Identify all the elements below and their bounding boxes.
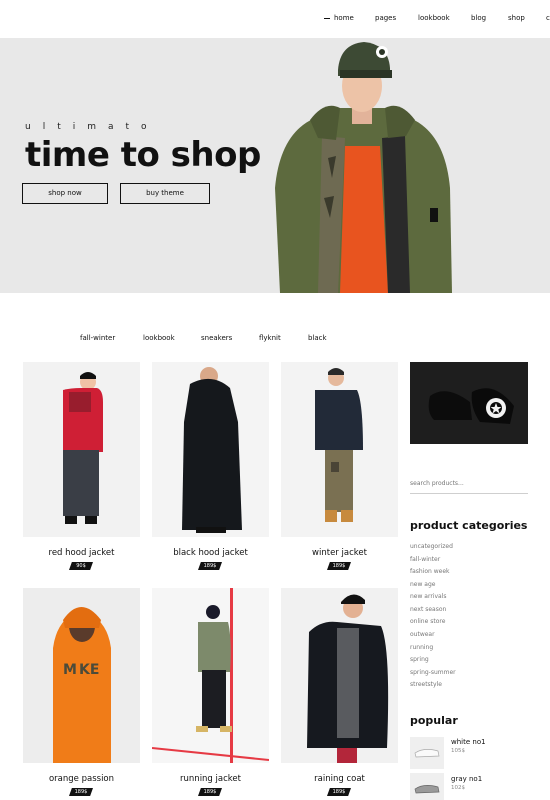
product-name[interactable]: black hood jacket <box>152 548 269 558</box>
nav-home[interactable]: home <box>324 14 354 22</box>
hero-model-image <box>275 42 452 293</box>
popular-product-thumb[interactable] <box>410 737 444 769</box>
filter-fall-winter[interactable]: fall-winter <box>80 334 115 342</box>
category-link[interactable]: spring-summer <box>410 669 456 676</box>
filter-flyknit[interactable]: flyknit <box>259 334 281 342</box>
price-badge: 189$ <box>69 788 93 796</box>
popular-product-thumb[interactable] <box>410 773 444 800</box>
category-link[interactable]: fashion week <box>410 568 450 575</box>
buy-theme-button[interactable]: buy theme <box>120 183 210 204</box>
category-link[interactable]: running <box>410 644 433 651</box>
price-badge: 90$ <box>69 562 93 570</box>
price-badge: 189$ <box>327 562 351 570</box>
svg-text:M: M <box>63 662 77 678</box>
category-link[interactable]: streetstyle <box>410 681 442 688</box>
popular-product-name[interactable]: white no1 <box>451 738 486 746</box>
product-image[interactable] <box>23 362 140 537</box>
filter-sneakers[interactable]: sneakers <box>201 334 232 342</box>
categories-heading: product categories <box>410 519 528 532</box>
svg-text:KE: KE <box>79 662 99 678</box>
product-image[interactable] <box>281 362 398 537</box>
price-badge: 189$ <box>327 788 351 796</box>
filter-lookbook[interactable]: lookbook <box>143 334 175 342</box>
hero-eyebrow: ultimato <box>25 122 159 132</box>
category-link[interactable]: fall-winter <box>410 556 440 563</box>
nav-blog[interactable]: blog <box>471 14 486 22</box>
popular-product-name[interactable]: gray no1 <box>451 775 482 783</box>
hero-banner: ultimato time to shop shop now buy theme <box>0 38 550 293</box>
product-name[interactable]: running jacket <box>152 774 269 784</box>
nav-pages[interactable]: pages <box>375 14 396 22</box>
search-products-field[interactable] <box>410 476 528 494</box>
product-image[interactable]: M KE <box>23 588 140 763</box>
product-name[interactable]: winter jacket <box>281 548 398 558</box>
filter-black[interactable]: black <box>308 334 327 342</box>
price-badge: 189$ <box>198 788 222 796</box>
product-image[interactable] <box>281 588 398 763</box>
category-link[interactable]: outwear <box>410 631 435 638</box>
category-link[interactable]: new arrivals <box>410 593 447 600</box>
popular-product-price: 102$ <box>451 785 465 791</box>
category-link[interactable]: uncategorized <box>410 543 453 550</box>
category-link[interactable]: next season <box>410 606 446 613</box>
price-badge: 189$ <box>198 562 222 570</box>
hero-title: time to shop <box>25 135 261 175</box>
product-name[interactable]: red hood jacket <box>23 548 140 558</box>
product-image[interactable] <box>152 362 269 537</box>
popular-product-price: 105$ <box>451 748 465 754</box>
category-link[interactable]: spring <box>410 656 429 663</box>
category-link[interactable]: new age <box>410 581 436 588</box>
product-name[interactable]: orange passion <box>23 774 140 784</box>
nav-truncated[interactable]: c <box>546 14 550 22</box>
product-name[interactable]: raining coat <box>281 774 398 784</box>
shop-now-button[interactable]: shop now <box>22 183 108 204</box>
product-image[interactable] <box>152 588 269 763</box>
category-link[interactable]: online store <box>410 618 445 625</box>
top-nav: home pages lookbook blog shop c <box>0 0 550 38</box>
popular-heading: popular <box>410 714 458 727</box>
nav-shop[interactable]: shop <box>508 14 525 22</box>
promo-sneaker-image[interactable] <box>410 362 528 444</box>
nav-lookbook[interactable]: lookbook <box>418 14 450 22</box>
search-input[interactable] <box>410 480 528 487</box>
